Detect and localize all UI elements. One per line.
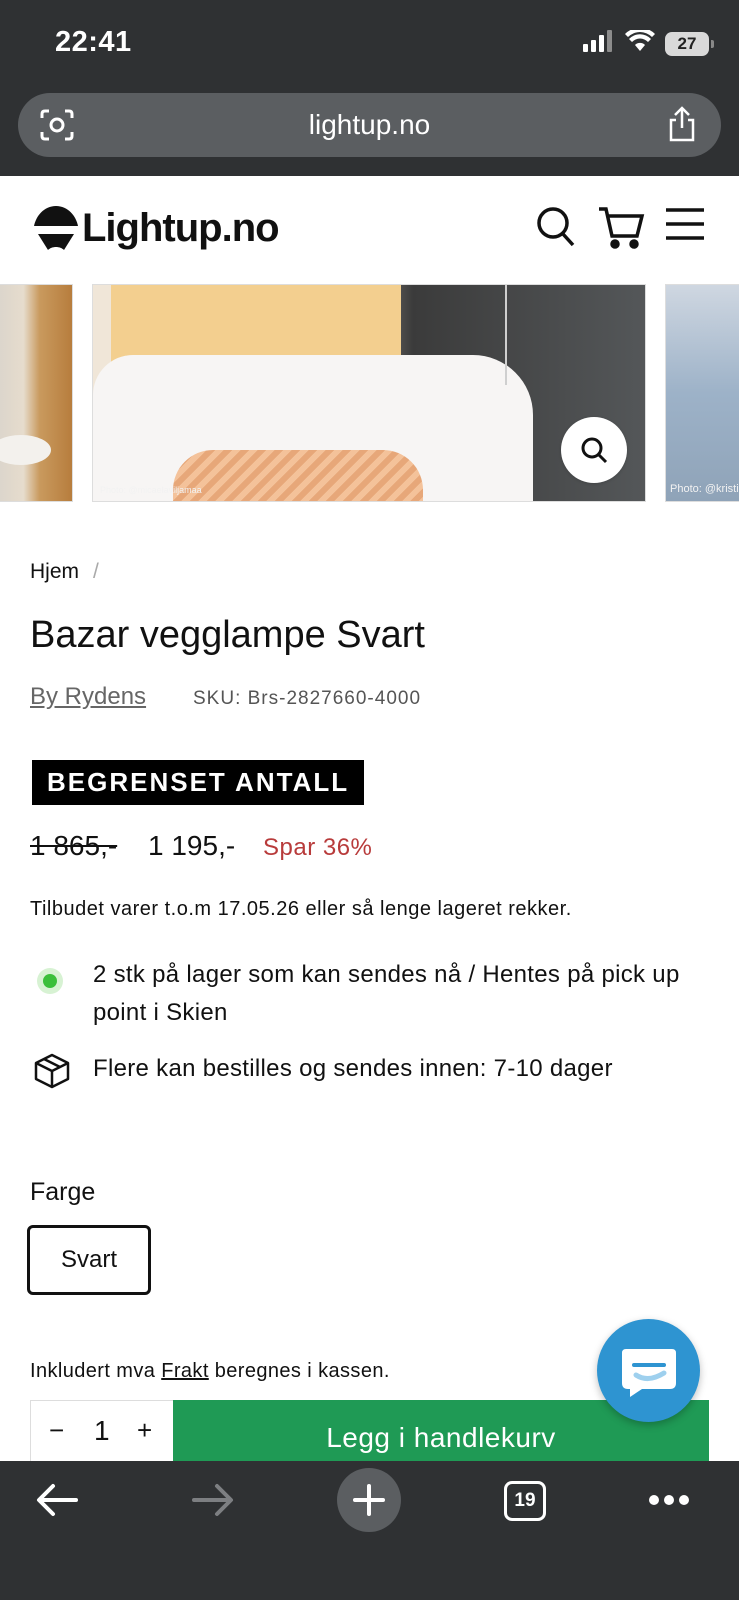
browser-top-bar: 22:41 27 lightup.no: [0, 0, 739, 176]
logo-text: Lightup.no: [82, 205, 280, 250]
share-icon[interactable]: [667, 106, 697, 147]
quantity-stepper: − 1 +: [30, 1400, 175, 1464]
gallery-slide-previous[interactable]: [0, 284, 73, 502]
zoom-button[interactable]: [561, 417, 627, 483]
in-stock-dot-icon: [37, 968, 63, 994]
blanket-shape: [173, 450, 423, 501]
breadcrumb-separator: /: [93, 560, 99, 583]
battery-icon: 27: [665, 31, 714, 56]
brand-link[interactable]: By Rydens: [30, 683, 146, 711]
gallery-slide-current[interactable]: Photo: @micaelaviljamaa: [92, 284, 646, 502]
vat-prefix: Inkludert mva: [30, 1360, 162, 1382]
breadcrumb: Hjem /: [30, 560, 99, 584]
color-option-svart[interactable]: Svart: [27, 1225, 151, 1295]
more-options-icon[interactable]: [648, 1493, 690, 1511]
zoom-icon: [581, 437, 608, 464]
breadcrumb-home[interactable]: Hjem: [30, 560, 79, 583]
search-icon[interactable]: [536, 206, 576, 253]
back-arrow-icon[interactable]: [36, 1483, 78, 1522]
chat-bubble-icon: [621, 1348, 676, 1397]
cart-icon[interactable]: [597, 206, 645, 255]
product-gallery[interactable]: Photo: @micaelaviljamaa Photo: @kristin: [0, 284, 739, 502]
quantity-input[interactable]: 1: [94, 1415, 110, 1447]
color-label: Farge: [30, 1178, 96, 1206]
box-icon: [34, 1053, 70, 1101]
browser-bottom-bar: 19: [0, 1461, 739, 1600]
url-bar[interactable]: lightup.no: [18, 93, 721, 157]
status-time: 22:41: [55, 26, 132, 58]
new-tab-button[interactable]: [337, 1468, 401, 1532]
offer-text: Tilbudet varer t.o.m 17.05.26 eller så l…: [30, 898, 572, 920]
photo-credit: Photo: @micaelaviljamaa: [100, 485, 202, 495]
lamp-cord: [505, 285, 507, 385]
stock-now-text: 2 stk på lager som kan sendes nå / Hente…: [93, 961, 680, 1026]
forward-arrow-icon[interactable]: [192, 1483, 234, 1522]
stock-status-row: 2 stk på lager som kan sendes nå / Hente…: [30, 956, 710, 1036]
signal-icon: [583, 30, 615, 57]
plus-icon: [353, 1484, 385, 1516]
stock-order-row: Flere kan bestilles og sendes innen: 7-1…: [30, 1050, 710, 1090]
wifi-icon: [625, 27, 655, 57]
menu-icon[interactable]: [664, 206, 706, 247]
gallery-slide-next[interactable]: Photo: @kristin: [665, 284, 739, 502]
shipping-link[interactable]: Frakt: [161, 1360, 209, 1382]
quantity-increase-button[interactable]: +: [137, 1415, 152, 1446]
chat-button[interactable]: [597, 1319, 700, 1422]
url-text[interactable]: lightup.no: [18, 109, 721, 141]
vat-suffix: beregnes i kassen.: [208, 1360, 390, 1382]
price-savings: Spar 36%: [263, 834, 373, 861]
photo-credit-next: Photo: @kristin: [670, 483, 739, 495]
product-sku: SKU: Brs-2827660-4000: [193, 688, 422, 709]
price-original: 1 865,-: [30, 830, 118, 861]
quantity-decrease-button[interactable]: −: [49, 1415, 64, 1446]
tabs-button[interactable]: 19: [504, 1481, 546, 1521]
product-title: Bazar vegglampe Svart: [30, 614, 425, 656]
limited-badge: BEGRENSET ANTALL: [32, 760, 365, 805]
lamp-logo-icon: [34, 206, 78, 250]
stock-order-text: Flere kan bestilles og sendes innen: 7-1…: [93, 1055, 613, 1082]
vat-shipping-text: Inkludert mva Frakt beregnes i kassen.: [30, 1360, 390, 1383]
site-logo[interactable]: Lightup.no: [32, 204, 280, 252]
price-sale: 1 195,-: [148, 830, 236, 861]
site-header: Lightup.no: [0, 176, 739, 284]
status-icons: 27: [583, 27, 714, 57]
